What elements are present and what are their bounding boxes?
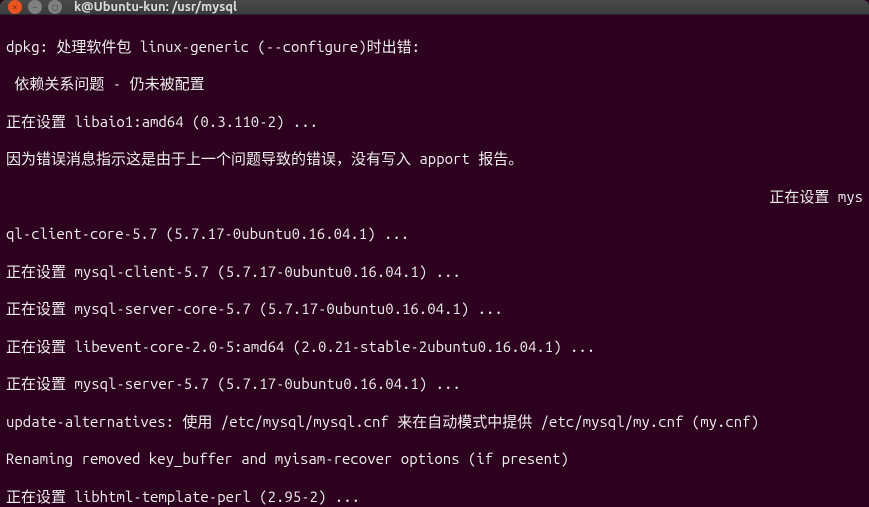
output-line: dpkg: 处理软件包 linux-generic (--configure)时…	[6, 38, 863, 57]
titlebar[interactable]: × − ▢ k@Ubuntu-kun: /usr/mysql	[0, 0, 869, 15]
maximize-icon[interactable]: ▢	[48, 0, 62, 14]
output-line: 正在设置 libevent-core-2.0-5:amd64 (2.0.21-s…	[6, 338, 863, 357]
output-line: Renaming removed key_buffer and myisam-r…	[6, 450, 863, 469]
window-title: k@Ubuntu-kun: /usr/mysql	[74, 0, 237, 14]
minimize-icon[interactable]: −	[28, 0, 42, 14]
output-line: 正在设置 mys	[6, 188, 863, 207]
wrapped-text: 正在设置 mys	[769, 188, 863, 207]
terminal-window: × − ▢ k@Ubuntu-kun: /usr/mysql dpkg: 处理软…	[0, 0, 869, 507]
output-line: 正在设置 mysql-client-5.7 (5.7.17-0ubuntu0.1…	[6, 263, 863, 282]
output-line: 依赖关系问题 - 仍未被配置	[6, 75, 863, 94]
terminal-output[interactable]: dpkg: 处理软件包 linux-generic (--configure)时…	[0, 15, 869, 507]
output-line: 正在设置 libaio1:amd64 (0.3.110-2) ...	[6, 113, 863, 132]
window-controls: × − ▢	[8, 0, 62, 14]
output-line: 正在设置 mysql-server-core-5.7 (5.7.17-0ubun…	[6, 300, 863, 319]
output-line: 正在设置 mysql-server-5.7 (5.7.17-0ubuntu0.1…	[6, 375, 863, 394]
output-line: 因为错误消息指示这是由于上一个问题导致的错误，没有写入 apport 报告。	[6, 150, 863, 169]
output-line: update-alternatives: 使用 /etc/mysql/mysql…	[6, 413, 863, 432]
output-line: ql-client-core-5.7 (5.7.17-0ubuntu0.16.0…	[6, 225, 863, 244]
output-line: 正在设置 libhtml-template-perl (2.95-2) ...	[6, 488, 863, 507]
close-icon[interactable]: ×	[8, 0, 22, 14]
